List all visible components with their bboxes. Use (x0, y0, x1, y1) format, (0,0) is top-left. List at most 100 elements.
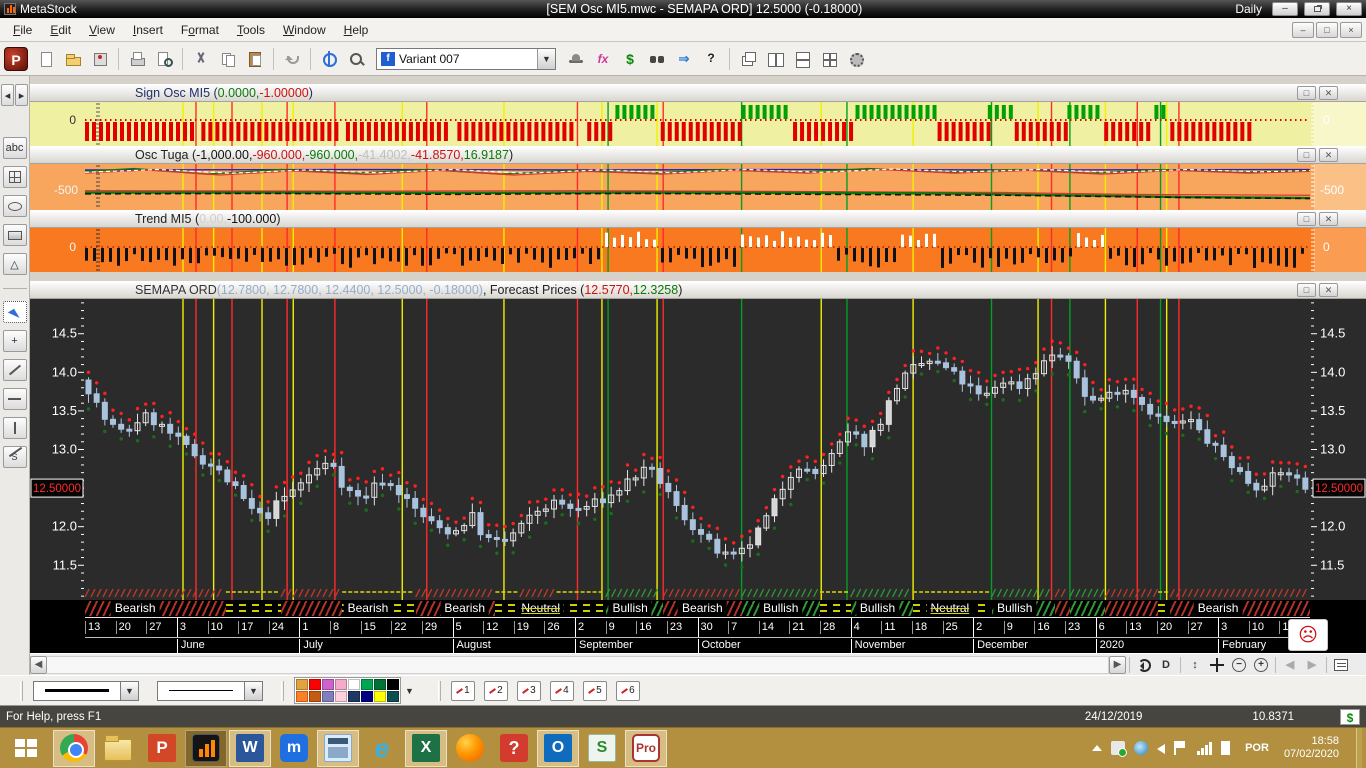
binoculars-button[interactable] (644, 46, 670, 72)
taskbar-app-help[interactable]: ? (493, 730, 535, 767)
toolbar-grip[interactable] (437, 680, 441, 701)
palette-color-swatch[interactable] (335, 691, 347, 702)
pan-right-button[interactable]: ▸ (15, 84, 28, 106)
customize-button[interactable] (843, 46, 869, 72)
sign-osc-plot[interactable]: 00 (30, 102, 1366, 146)
panel-restore-button[interactable]: □ (1297, 86, 1316, 100)
taskbar-app-maxthon[interactable]: m (273, 730, 315, 767)
fx-button[interactable]: fx (590, 46, 616, 72)
panel-close-button[interactable]: ✕ (1319, 283, 1338, 297)
trend-plot[interactable]: 00 (30, 228, 1366, 272)
cascade-button[interactable] (735, 46, 761, 72)
panel-title-sign-osc-mi5[interactable]: Sign Osc MI5 (0.0000, -1.00000 ) □ ✕ (30, 84, 1366, 102)
line-weight-dropdown[interactable]: ▼ (33, 680, 139, 701)
taskbar-app-chrome[interactable] (53, 729, 95, 767)
taskbar-clock[interactable]: 18:58 07/02/2020 (1284, 735, 1347, 761)
go-arrow-button[interactable]: ⇒ (671, 46, 697, 72)
save-button[interactable] (87, 46, 113, 72)
tile-vertical-button[interactable] (762, 46, 788, 72)
taskbar-app-explorer[interactable] (97, 730, 139, 767)
indicator-button-6[interactable]: 6 (615, 680, 640, 701)
child-close-button[interactable]: × (1340, 21, 1362, 38)
show-desktop-button[interactable] (1356, 727, 1362, 768)
indicator-button-2[interactable]: 2 (483, 680, 508, 701)
refresh-button[interactable] (1133, 656, 1155, 674)
help-pointer-button[interactable]: ? (698, 46, 724, 72)
grid-tool[interactable] (2, 166, 27, 188)
crosshair-tool[interactable]: + (2, 330, 27, 352)
battery-icon[interactable] (1221, 741, 1231, 755)
next-chart-button[interactable]: ▶ (1301, 656, 1323, 674)
taskbar-app-calculator[interactable] (317, 729, 359, 767)
action-center-icon[interactable] (1174, 741, 1189, 755)
ellipse-tool[interactable] (2, 195, 27, 217)
preview-button[interactable] (151, 46, 177, 72)
panel-title-trend-mi5[interactable]: Trend MI5 (0.00, -100.000 ) □ ✕ (30, 210, 1366, 228)
network-icon[interactable] (1134, 741, 1149, 755)
taskbar-app-firefox[interactable] (449, 730, 491, 767)
semilog-tool[interactable]: S (2, 446, 27, 468)
osc-tuga-plot[interactable]: -500 -500 (30, 164, 1366, 210)
taskbar-app-snagit[interactable]: S (581, 730, 623, 767)
menu-format[interactable]: Format (172, 20, 228, 40)
combobox-dropdown-arrow[interactable]: ▼ (537, 48, 555, 69)
tile-horizontal-button[interactable] (789, 46, 815, 72)
panel-close-button[interactable]: ✕ (1319, 86, 1338, 100)
cut-button[interactable] (188, 46, 214, 72)
palette-color-swatch[interactable] (309, 691, 321, 702)
taskbar-app-pro[interactable]: Pro (625, 729, 667, 767)
line-style-dropdown[interactable]: ▼ (157, 680, 263, 701)
panel-title-semapa-ord[interactable]: SEMAPA ORD (12.7800, 12.7800, 12.4400, 1… (30, 281, 1366, 299)
tray-expand-icon[interactable] (1092, 745, 1103, 751)
taskbar-app-outlook[interactable]: O (537, 729, 579, 767)
palette-color-swatch[interactable] (387, 691, 399, 702)
palette-color-swatch[interactable] (322, 679, 334, 690)
panel-close-button[interactable]: ✕ (1319, 212, 1338, 226)
close-button[interactable]: × (1336, 2, 1362, 16)
pan-left-button[interactable]: ◂ (1, 84, 14, 106)
palette-color-swatch[interactable] (322, 691, 334, 702)
menu-tools[interactable]: Tools (228, 20, 274, 40)
scroll-left-button[interactable]: ◀ (30, 655, 47, 674)
paste-button[interactable] (242, 46, 268, 72)
speaker-icon[interactable] (1157, 744, 1166, 754)
panel-close-button[interactable]: ✕ (1319, 148, 1338, 162)
target-button[interactable] (316, 46, 342, 72)
taskbar-app-ie[interactable]: e (361, 730, 403, 767)
panel-restore-button[interactable]: □ (1297, 212, 1316, 226)
menu-insert[interactable]: Insert (124, 20, 172, 40)
menu-view[interactable]: View (80, 20, 124, 40)
indicator-button-5[interactable]: 5 (582, 680, 607, 701)
palette-color-swatch[interactable] (348, 679, 360, 690)
palette-color-swatch[interactable] (348, 691, 360, 702)
price-chart[interactable]: 14.5 14.5 14.0 14.0 13.5 13.5 13.0 13.0 12.0 12.0… (30, 299, 1366, 600)
scrollbar-track[interactable] (47, 655, 1109, 674)
zoombox-button[interactable] (343, 46, 369, 72)
menu-help[interactable]: Help (335, 20, 378, 40)
indicator-button-1[interactable]: 1 (450, 680, 475, 701)
signal-icon[interactable] (1197, 741, 1213, 755)
new-button[interactable] (33, 46, 59, 72)
child-restore-button[interactable]: □ (1316, 21, 1338, 38)
tile-grid-button[interactable] (816, 46, 842, 72)
language-indicator[interactable]: POR (1239, 742, 1275, 754)
palette-color-swatch[interactable] (387, 679, 399, 690)
pan-button[interactable] (1206, 656, 1228, 674)
toolbar-grip[interactable] (20, 680, 23, 701)
taskbar-app-metastock[interactable] (185, 729, 227, 767)
scroll-right-button[interactable]: ▶ (1109, 655, 1126, 674)
palette-color-swatch[interactable] (296, 679, 308, 690)
dollar-button[interactable]: $ (617, 46, 643, 72)
print-button[interactable] (124, 46, 150, 72)
palette-color-swatch[interactable] (296, 691, 308, 702)
pointer-tool[interactable] (2, 301, 27, 323)
triangle-tool[interactable]: △ (2, 253, 27, 275)
previous-chart-button[interactable]: ◀ (1279, 656, 1301, 674)
panel-title-osc-tuga[interactable]: Osc Tuga (-1,000.00, -960.000, -960.000,… (30, 146, 1366, 164)
daily-period-button[interactable]: D (1155, 656, 1177, 674)
menu-edit[interactable]: Edit (41, 20, 80, 40)
undo-button[interactable] (279, 46, 305, 72)
metastock-pro-logo[interactable]: P (4, 46, 28, 71)
chart-list-button[interactable] (1330, 656, 1352, 674)
variant-combobox[interactable]: f Variant 007 ▼ (376, 47, 556, 70)
